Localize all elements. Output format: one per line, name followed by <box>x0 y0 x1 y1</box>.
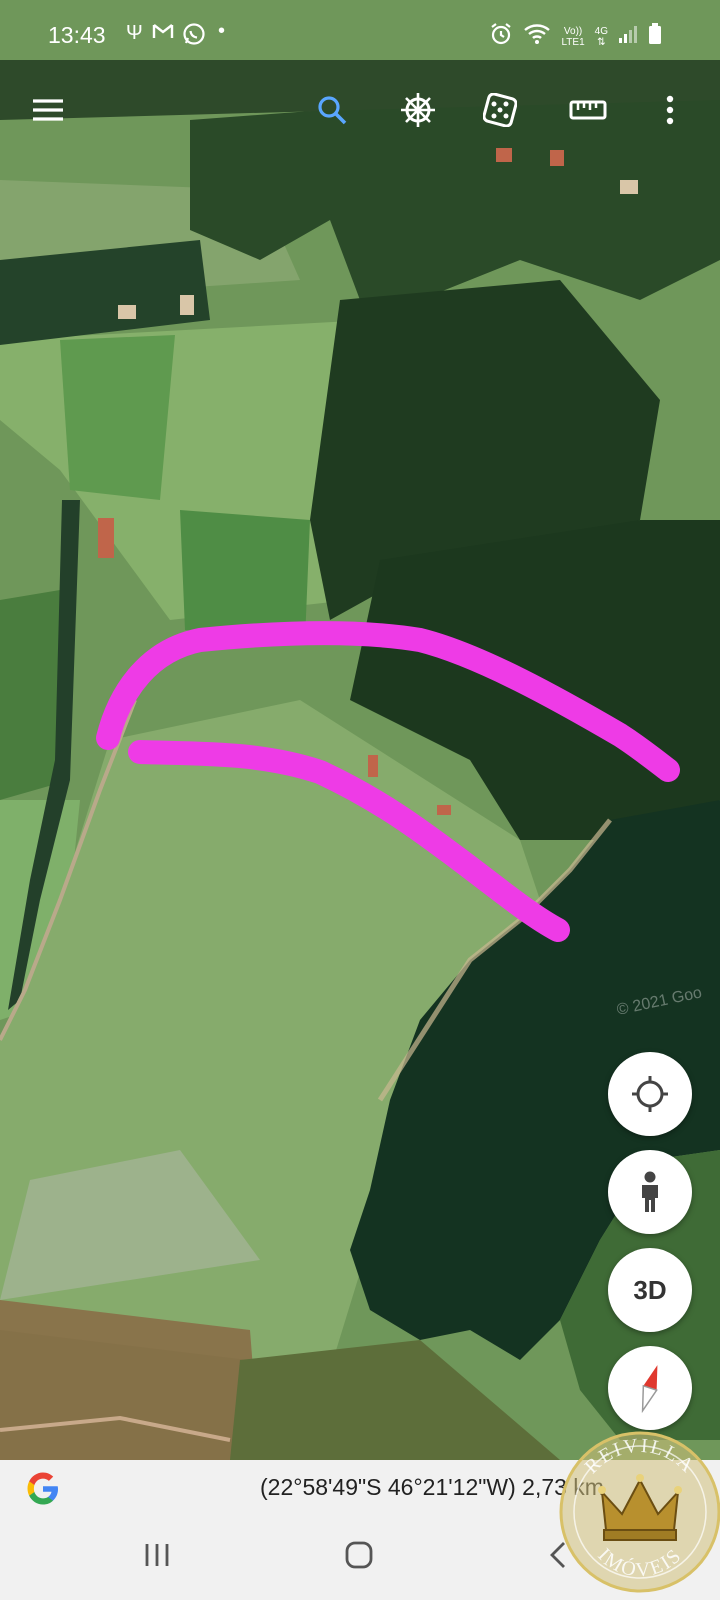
battery-icon <box>648 23 662 50</box>
usb-icon: Ψ <box>126 22 143 44</box>
feeling-lucky-button[interactable] <box>478 88 522 132</box>
home-icon <box>345 1541 373 1569</box>
dot-icon: • <box>218 20 226 42</box>
dice-icon <box>483 93 517 127</box>
coordinates-readout: (22°58'49"S 46°21'12"W) 2,73 km <box>260 1474 604 1500</box>
signal-icon <box>618 24 638 49</box>
gmail-icon <box>152 22 174 46</box>
search-button[interactable] <box>310 88 354 132</box>
alarm-icon <box>489 22 513 51</box>
recent-apps-icon <box>145 1544 169 1566</box>
network-label: Vo)) LTE1 <box>561 25 585 48</box>
status-bar: 13:43 Ψ • Vo)) LTE1 4G ⇅ <box>0 0 720 72</box>
toggle-3d-button[interactable]: 3D <box>608 1248 692 1332</box>
my-location-icon <box>632 1076 668 1112</box>
data-indicator: 4G ⇅ <box>594 25 608 48</box>
home-button[interactable] <box>344 1540 374 1575</box>
voyager-wheel-icon <box>401 93 435 127</box>
menu-button[interactable] <box>26 88 70 132</box>
recent-apps-button[interactable] <box>142 1540 172 1575</box>
wifi-icon <box>523 23 551 50</box>
measure-button[interactable] <box>566 88 610 132</box>
status-time: 13:43 <box>48 22 106 48</box>
reivilla-watermark-logo: REIVILLA IMÓVEIS <box>559 1431 720 1593</box>
ruler-icon <box>569 100 607 120</box>
toggle-3d-label: 3D <box>633 1274 667 1305</box>
my-location-button[interactable] <box>608 1052 692 1136</box>
voyager-button[interactable] <box>396 88 440 132</box>
search-icon <box>318 96 347 125</box>
pegman-icon <box>642 1171 658 1212</box>
compass-icon <box>641 1365 658 1414</box>
satellite-map[interactable]: © 2021 Goo <box>0 0 720 1460</box>
whatsapp-icon <box>182 22 206 52</box>
street-view-button[interactable] <box>608 1150 692 1234</box>
google-logo-icon <box>27 1472 58 1505</box>
more-vert-icon <box>666 95 674 125</box>
more-options-button[interactable] <box>648 88 692 132</box>
compass-button[interactable] <box>608 1346 692 1430</box>
menu-icon <box>33 99 63 121</box>
